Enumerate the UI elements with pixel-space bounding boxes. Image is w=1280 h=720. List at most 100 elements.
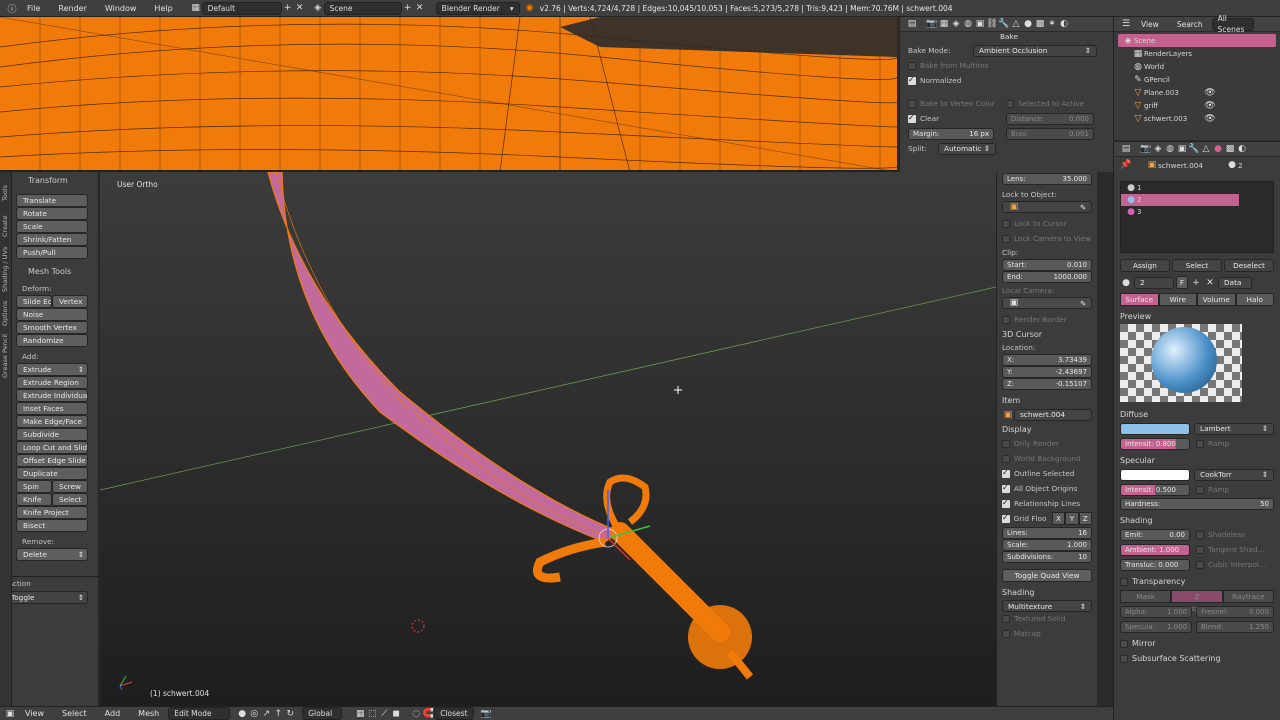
- physics-tab-icon[interactable]: ◐: [1058, 18, 1070, 30]
- mirror-checkbox[interactable]: [1120, 639, 1128, 648]
- outliner-item-plane[interactable]: ▽ Plane.003 👁: [1118, 86, 1276, 99]
- object-tab-icon[interactable]: ▣: [1176, 143, 1188, 155]
- clip-start-field[interactable]: Start: 0.010: [1002, 259, 1092, 271]
- texture-tab-icon[interactable]: ▩: [1034, 18, 1046, 30]
- relationship-lines-checkbox[interactable]: [1002, 498, 1010, 508]
- tab-create[interactable]: Create: [1, 210, 11, 242]
- modifiers-tab-icon[interactable]: 🔧: [998, 18, 1010, 30]
- shading-sphere-icon[interactable]: ●: [236, 708, 248, 720]
- specular-intensity-field[interactable]: Intensit: 0.500: [1120, 483, 1190, 496]
- all-object-origins-checkbox[interactable]: [1002, 483, 1010, 493]
- specular-ramp-checkbox[interactable]: [1196, 485, 1204, 494]
- only-render-checkbox[interactable]: [1002, 439, 1010, 448]
- margin-field[interactable]: Margin: 16 px: [908, 127, 994, 140]
- preview-panel-header[interactable]: Preview: [1120, 310, 1274, 324]
- sss-checkbox[interactable]: [1120, 654, 1128, 663]
- randomize-button[interactable]: Randomize: [16, 334, 88, 347]
- cursor-y-field[interactable]: Y: -2.43697: [1002, 366, 1092, 378]
- outliner-item-renderlayers[interactable]: ▦ RenderLayers: [1118, 47, 1276, 60]
- specular-alpha-field[interactable]: Specula: 1.000: [1120, 620, 1192, 633]
- material-slot[interactable]: ● 1: [1121, 182, 1273, 194]
- tab-halo[interactable]: Halo: [1235, 293, 1274, 306]
- remove-scene-icon[interactable]: ✕: [414, 2, 426, 14]
- vertex-select-icon[interactable]: ⬚: [366, 708, 378, 720]
- blend-field[interactable]: Blend: 1.250: [1196, 620, 1274, 633]
- loop-cut-button[interactable]: Loop Cut and Slide: [16, 441, 88, 454]
- clip-end-field[interactable]: End: 1000.000: [1002, 271, 1092, 283]
- subdivide-button[interactable]: Subdivide: [16, 428, 88, 441]
- screen-layout-field[interactable]: Default: [201, 1, 282, 15]
- menu-add[interactable]: Add: [96, 707, 130, 720]
- properties-editor-icon[interactable]: ▤: [906, 18, 918, 30]
- render-icon[interactable]: 📷: [480, 708, 492, 720]
- specular-color-swatch[interactable]: [1120, 468, 1190, 481]
- shading-panel-header[interactable]: Shading: [1120, 514, 1274, 528]
- shading-panel-header[interactable]: Shading: [1002, 586, 1092, 600]
- fake-user-button[interactable]: F: [1176, 276, 1188, 289]
- menu-select[interactable]: Select: [53, 707, 96, 720]
- cubic-interp-checkbox[interactable]: [1196, 560, 1204, 569]
- tab-shading-uvs[interactable]: Shading / UVs: [1, 244, 11, 294]
- cursor-x-field[interactable]: X: 3.73439: [1002, 354, 1092, 366]
- mirror-panel-header[interactable]: Mirror: [1132, 637, 1156, 651]
- select-button[interactable]: Select: [1172, 259, 1222, 272]
- grid-floor-checkbox[interactable]: [1002, 513, 1010, 523]
- edge-select-icon[interactable]: ⟋: [378, 708, 390, 720]
- transparency-checkbox[interactable]: [1120, 577, 1128, 586]
- lock-camera-checkbox[interactable]: [1002, 234, 1010, 243]
- distance-field[interactable]: Distance: 0.000: [1006, 112, 1094, 125]
- add-screen-icon[interactable]: +: [282, 2, 294, 14]
- add-material-icon[interactable]: +: [1190, 277, 1202, 289]
- info-editor-icon[interactable]: ⓘ: [6, 2, 18, 15]
- material-browse-icon[interactable]: ●: [1120, 277, 1132, 289]
- extrude-region-button[interactable]: Extrude Region: [16, 376, 88, 389]
- grid-z-toggle[interactable]: Z: [1078, 512, 1092, 525]
- world-background-checkbox[interactable]: [1002, 454, 1010, 463]
- menu-render[interactable]: Render: [49, 0, 95, 17]
- push-pull-button[interactable]: Push/Pull: [16, 246, 88, 259]
- extrude-dropdown[interactable]: Extrude ⇕: [16, 363, 88, 376]
- bake-from-multires-checkbox[interactable]: [908, 61, 916, 70]
- grid-subdivisions-field[interactable]: Subdivisions: 10: [1002, 551, 1092, 563]
- world-tab-icon[interactable]: ◍: [1164, 143, 1176, 155]
- face-select-icon[interactable]: ◼: [390, 708, 402, 720]
- lens-field[interactable]: Lens: 35.000: [1002, 173, 1092, 185]
- matcap-checkbox[interactable]: [1002, 629, 1010, 638]
- shrink-fatten-button[interactable]: Shrink/Fatten: [16, 233, 88, 246]
- knife-project-button[interactable]: Knife Project: [16, 506, 88, 519]
- scale-button[interactable]: Scale: [16, 220, 88, 233]
- menu-mesh[interactable]: Mesh: [129, 707, 168, 720]
- inset-faces-button[interactable]: Inset Faces: [16, 402, 88, 415]
- diffuse-intensity-field[interactable]: Intensit: 0.800: [1120, 437, 1190, 450]
- grid-x-toggle[interactable]: X: [1051, 512, 1066, 525]
- data-tab-icon[interactable]: △: [1010, 18, 1022, 30]
- emit-field[interactable]: Emit: 0.00: [1120, 528, 1190, 541]
- material-slot-selected[interactable]: ● 2: [1121, 194, 1239, 206]
- transp-z-tab[interactable]: Z Transpare...: [1171, 590, 1223, 613]
- snap-icon[interactable]: 🧲: [422, 708, 434, 720]
- mesh-tools-panel-header[interactable]: Mesh Tools: [16, 265, 88, 279]
- spin-button[interactable]: Spin: [16, 480, 52, 493]
- tangent-shading-checkbox[interactable]: [1196, 545, 1204, 554]
- knife-select-button[interactable]: Select: [52, 493, 88, 506]
- shadeless-checkbox[interactable]: [1196, 530, 1204, 539]
- tab-volume[interactable]: Volume: [1197, 293, 1236, 306]
- tab-wire[interactable]: Wire: [1158, 293, 1197, 306]
- editor-type-icon[interactable]: ▣: [4, 708, 16, 720]
- diffuse-ramp-checkbox[interactable]: [1196, 439, 1204, 448]
- smooth-vertex-button[interactable]: Smooth Vertex: [16, 321, 88, 334]
- display-panel-header[interactable]: Display: [1002, 423, 1092, 437]
- mode-dropdown[interactable]: Edit Mode: [168, 707, 231, 720]
- scene-field[interactable]: Scene: [323, 1, 402, 15]
- manipulator-icon[interactable]: ↗: [260, 708, 272, 720]
- pin-icon[interactable]: 📌: [1120, 159, 1132, 171]
- bake-mode-dropdown[interactable]: Ambient Occlusion ⇕: [973, 44, 1097, 57]
- toggle-dropdown[interactable]: Toggle ⇕: [4, 591, 88, 604]
- rotate-button[interactable]: Rotate: [16, 207, 88, 220]
- rotate-manipulator-icon[interactable]: ↻: [284, 708, 296, 720]
- outliner-search-menu[interactable]: Search: [1168, 17, 1212, 32]
- data-tab-icon[interactable]: △: [1200, 143, 1212, 155]
- screw-button[interactable]: Screw: [52, 480, 88, 493]
- render-engine-dropdown[interactable]: Blender Render ▾: [435, 1, 520, 15]
- specular-shader-dropdown[interactable]: CookTorr ⇕: [1194, 468, 1274, 481]
